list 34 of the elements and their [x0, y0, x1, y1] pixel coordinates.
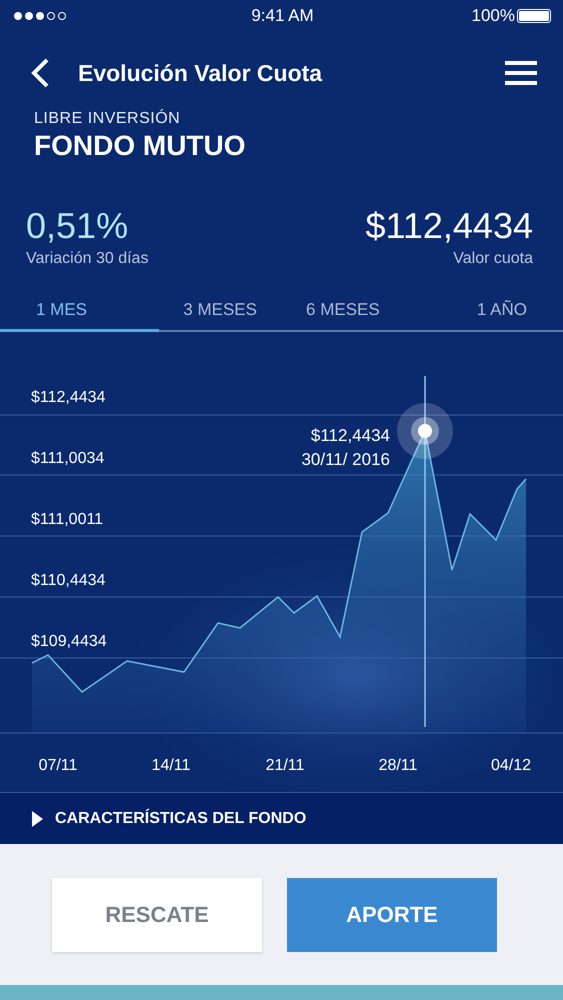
y-axis-label: $111,0034 — [31, 450, 104, 467]
screen-title: Evolución Valor Cuota — [78, 60, 324, 86]
y-axis-label: $112,4434 — [31, 389, 106, 406]
x-axis-label: 04/12 — [490, 757, 532, 774]
section-label: CARACTERÍSTICAS DEL FONDO — [55, 810, 306, 828]
x-axis-label: 07/11 — [38, 757, 78, 774]
period-tab[interactable]: 1 MES — [0, 292, 159, 332]
battery-percent: 100% — [472, 6, 515, 26]
redeem-button[interactable]: RESCATE — [52, 878, 262, 952]
status-time: 9:41 AM — [251, 6, 314, 26]
period-tab[interactable]: 6 MESES — [282, 292, 404, 332]
menu-icon[interactable] — [505, 60, 537, 86]
tooltip-value: $112,4434 — [310, 426, 390, 445]
x-axis-label: 28/11 — [378, 757, 418, 774]
y-axis-label: $110,4434 — [31, 572, 106, 589]
section-toggle[interactable]: CARACTERÍSTICAS DEL FONDO — [0, 792, 563, 844]
battery-icon — [517, 9, 551, 23]
stat-label: Variación 30 días — [26, 250, 148, 268]
y-axis-label: $109,4434 — [31, 633, 107, 650]
x-axis-label: 14/11 — [152, 757, 190, 774]
fund-name: FONDO MUTUO — [34, 130, 247, 162]
contribute-button[interactable]: APORTE — [287, 878, 497, 952]
y-axis-label: $111,0011 — [31, 511, 104, 528]
stat-value: $112,4434 — [365, 206, 533, 246]
tooltip-date: 30/11/ 2016 — [301, 450, 390, 469]
period-tab[interactable]: 3 MESES — [158, 292, 282, 332]
selected-point-marker — [397, 403, 453, 459]
fund-category: LIBRE INVERSIÓN — [34, 110, 182, 128]
triangle-icon — [32, 810, 43, 826]
back-icon[interactable] — [30, 57, 50, 89]
stat-value: 0,51% — [26, 206, 130, 246]
x-axis-label: 21/11 — [266, 757, 304, 774]
period-tab[interactable]: 1 AÑO — [404, 292, 563, 332]
stat-label: Valor cuota — [452, 250, 533, 268]
